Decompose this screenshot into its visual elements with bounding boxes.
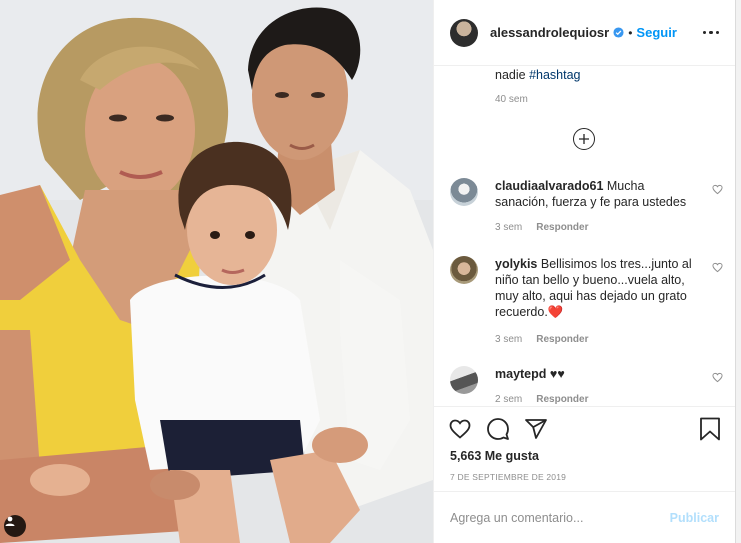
comment-body: maytepd ♥♥ xyxy=(495,366,695,382)
commenter-username[interactable]: claudiaalvarado61 xyxy=(495,179,603,193)
scrollbar-edge xyxy=(736,0,741,543)
post-side-panel: alessandrolequiosr • Seguir nadie #hasht… xyxy=(433,0,736,543)
comment-like-icon[interactable] xyxy=(712,372,723,383)
caption-text-start: nadie xyxy=(495,68,530,82)
heart-emoji: ❤️ xyxy=(547,305,564,319)
comment-meta: 3 sem Responder xyxy=(495,334,588,345)
family-photo-illustration xyxy=(0,0,433,543)
more-options-icon[interactable] xyxy=(702,30,719,35)
comment-text: ♥♥ xyxy=(549,367,565,381)
comment-timestamp: 3 sem xyxy=(495,222,523,233)
post-date: 7 DE SEPTIEMBRE DE 2019 xyxy=(450,472,567,482)
comments-list[interactable]: nadie #hashtag 40 sem claudiaalvarado61 … xyxy=(434,66,735,406)
reply-button[interactable]: Responder xyxy=(536,334,588,345)
post-header: alessandrolequiosr • Seguir xyxy=(434,0,735,66)
publish-button[interactable]: Publicar xyxy=(670,511,719,525)
plus-circle-icon[interactable] xyxy=(573,128,595,150)
follow-button[interactable]: Seguir xyxy=(636,25,676,40)
likes-count[interactable]: 5,663 Me gusta xyxy=(450,449,539,463)
comment-input[interactable] xyxy=(450,510,670,525)
comment-icon[interactable] xyxy=(486,417,510,441)
commenter-avatar[interactable] xyxy=(450,256,478,284)
action-row xyxy=(448,417,548,441)
verified-badge-icon xyxy=(613,27,624,38)
caption-text: nadie #hashtag xyxy=(495,68,581,82)
share-icon[interactable] xyxy=(524,417,548,441)
bookmark-icon[interactable] xyxy=(699,417,721,441)
comment-timestamp: 2 sem xyxy=(495,394,523,405)
person-tag-icon[interactable] xyxy=(4,515,26,537)
post-photo[interactable] xyxy=(0,0,433,543)
comment-timestamp: 3 sem xyxy=(495,334,523,345)
comment-body: claudiaalvarado61 Mucha sanación, fuerza… xyxy=(495,178,695,210)
reply-button[interactable]: Responder xyxy=(536,394,588,405)
reply-button[interactable]: Responder xyxy=(536,222,588,233)
commenter-avatar[interactable] xyxy=(450,366,478,394)
post-actions: 5,663 Me gusta 7 DE SEPTIEMBRE DE 2019 xyxy=(434,406,735,491)
comment-item: maytepd ♥♥ 2 sem Responder xyxy=(450,366,723,406)
comment-body: yolykis Bellisimos los tres...junto al n… xyxy=(495,256,695,320)
comment-meta: 3 sem Responder xyxy=(495,222,588,233)
commenter-username[interactable]: maytepd xyxy=(495,367,546,381)
commenter-avatar[interactable] xyxy=(450,178,478,206)
comment-like-icon[interactable] xyxy=(712,184,723,195)
comment-meta: 2 sem Responder xyxy=(495,394,588,405)
heart-icon[interactable] xyxy=(448,417,472,441)
comment-item: claudiaalvarado61 Mucha sanación, fuerza… xyxy=(450,178,723,238)
caption-hashtag[interactable]: #hashtag xyxy=(529,68,580,82)
author-username[interactable]: alessandrolequiosr xyxy=(490,25,609,40)
comment-like-icon[interactable] xyxy=(712,262,723,273)
caption-timestamp: 40 sem xyxy=(495,94,528,105)
author-avatar[interactable] xyxy=(450,18,478,47)
comment-item: yolykis Bellisimos los tres...junto al n… xyxy=(450,256,723,346)
header-separator: • xyxy=(628,25,633,40)
commenter-username[interactable]: yolykis xyxy=(495,257,537,271)
comment-composer: Publicar xyxy=(434,491,735,543)
